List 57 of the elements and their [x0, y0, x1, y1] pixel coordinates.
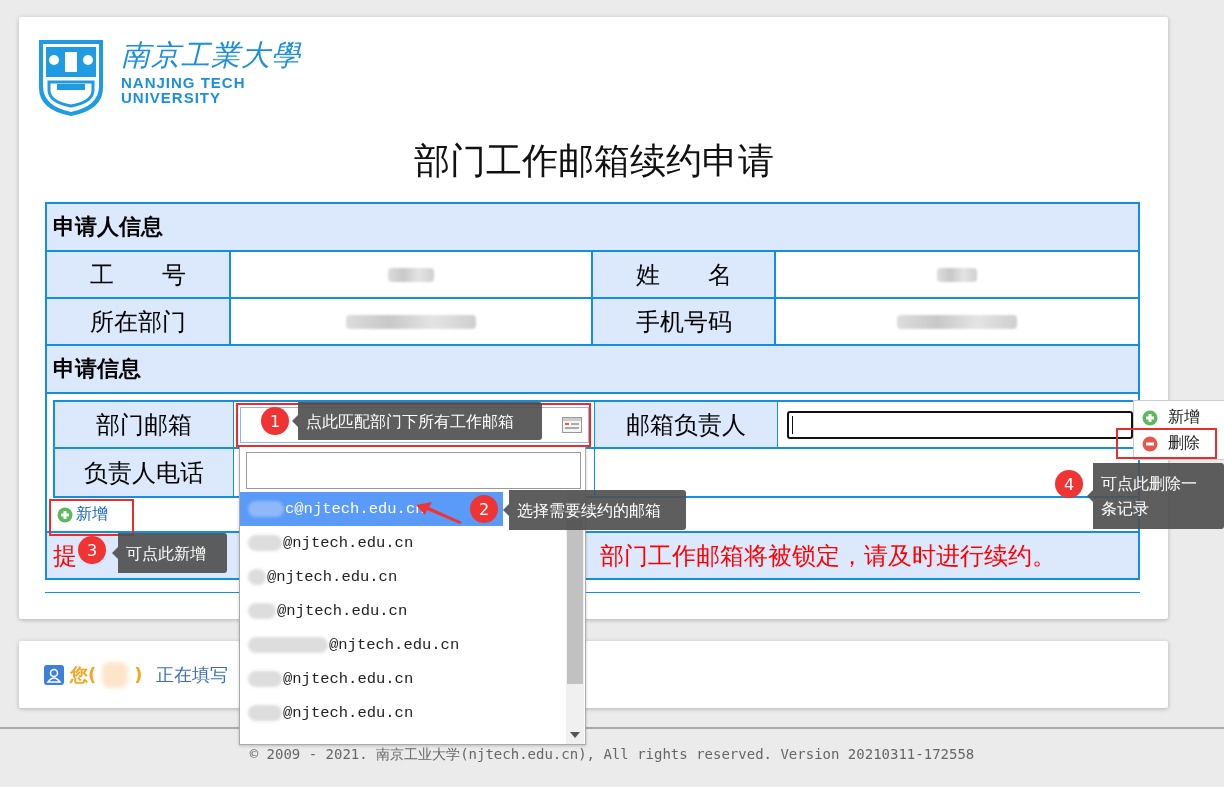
- field-label: 负责人电话: [84, 457, 204, 489]
- blurred-text: [102, 661, 129, 688]
- email-option[interactable]: @njtech.edu.cn: [240, 696, 503, 730]
- add-icon[interactable]: [1142, 409, 1158, 426]
- university-name-english: NANJING TECH: [121, 75, 247, 90]
- email-text: @njtech.edu.cn: [267, 568, 398, 586]
- user-icon: [44, 664, 64, 685]
- blurred-text: [248, 535, 282, 551]
- university-name-english: UNIVERSITY: [121, 90, 222, 105]
- university-name: 南京工業大學: [121, 38, 301, 72]
- user-greeting: 您(: [70, 662, 97, 687]
- email-text: @njtech.edu.cn: [283, 534, 414, 552]
- email-text: @njtech.edu.cn: [277, 602, 408, 620]
- field-label: 姓 名: [635, 259, 732, 291]
- dropdown-search-field[interactable]: [246, 452, 581, 489]
- blurred-text: [248, 501, 284, 517]
- email-option[interactable]: @njtech.edu.cn: [240, 628, 503, 662]
- add-link[interactable]: 新增: [57, 504, 108, 525]
- scroll-down-arrow-icon[interactable]: [570, 732, 580, 738]
- tooltip: 可点此新增: [112, 533, 227, 573]
- field-label: 工 号: [90, 259, 186, 291]
- email-text: @njtech.edu.cn: [283, 670, 414, 688]
- tooltip: 点此匹配部门下所有工作邮箱: [292, 402, 542, 440]
- blurred-text: [248, 603, 276, 619]
- email-option[interactable]: @njtech.edu.cn: [240, 662, 503, 696]
- email-text: @njtech.edu.cn: [329, 636, 460, 654]
- email-option[interactable]: @njtech.edu.cn: [240, 526, 503, 560]
- menu-item[interactable]: 新增: [1134, 405, 1224, 431]
- blurred-text: [248, 671, 282, 687]
- menu-item[interactable]: 删除: [1116, 428, 1217, 459]
- calendar-icon[interactable]: [561, 416, 582, 433]
- field-label: 手机号码: [635, 306, 732, 338]
- field-label: 所在部门: [90, 306, 186, 338]
- remove-icon[interactable]: [1142, 435, 1158, 452]
- field-label: 部门邮箱: [96, 409, 192, 441]
- text-field[interactable]: [786, 410, 1133, 439]
- email-option[interactable]: @njtech.edu.cn: [240, 560, 503, 594]
- blurred-text: [388, 267, 434, 282]
- blurred-text: [937, 267, 977, 282]
- section-heading: 申请信息: [53, 355, 141, 383]
- email-text: @njtech.edu.cn: [283, 704, 414, 722]
- section-heading: 申请人信息: [53, 213, 163, 241]
- add-icon[interactable]: [57, 506, 73, 523]
- blurred-text: [248, 705, 282, 721]
- email-text: c@njtech.edu.cn: [285, 500, 425, 518]
- status-text: 正在填写: [156, 662, 229, 687]
- hint-text: 提: [53, 540, 77, 572]
- tooltip: 选择需要续约的邮箱: [503, 490, 686, 530]
- blurred-text: [248, 569, 266, 585]
- page-title: 部门工作邮箱续约申请: [412, 139, 775, 183]
- university-logo-icon: [37, 38, 105, 118]
- tooltip: 可点此删除一条记录: [1087, 463, 1224, 529]
- copyright-text: © 2009 - 2021. 南京工业大学(njtech.edu.cn), All rights reserved. Version 20210311-172558: [249, 746, 975, 764]
- field-label: 邮箱负责人: [626, 409, 746, 441]
- email-option[interactable]: @njtech.edu.cn: [240, 594, 503, 628]
- hint-text: 部门工作邮箱将被锁定，请及时进行续约。: [600, 540, 1056, 572]
- user-greeting: ): [134, 664, 143, 685]
